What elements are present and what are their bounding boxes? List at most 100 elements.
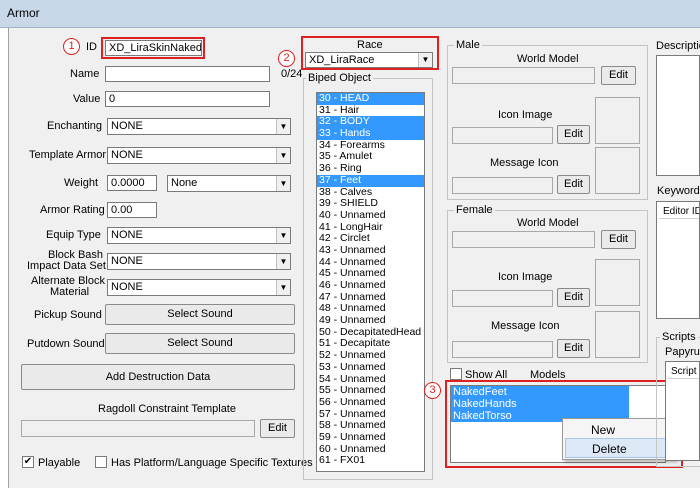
pickup-select-sound-button[interactable]: Select Sound	[105, 304, 295, 325]
keywords-label: Keywords	[657, 185, 700, 197]
equip-type-value: NONE	[111, 229, 143, 241]
male-icon-image-edit-button[interactable]: Edit	[557, 125, 590, 144]
enchanting-value: NONE	[111, 120, 143, 132]
ragdoll-label: Ragdoll Constraint Template	[98, 403, 236, 415]
id-input[interactable]: XD_LiraSkinNaked	[105, 40, 202, 56]
alt-block-label-2: Material	[50, 286, 90, 298]
race-dropdown[interactable]: XD_LiraRace ▼	[305, 52, 433, 68]
playable-checkbox[interactable]: ✔	[22, 456, 34, 468]
weight-type-value: None	[171, 177, 198, 189]
window-title: Armor	[7, 6, 40, 20]
alt-block-dropdown[interactable]: NONE ▼	[107, 279, 291, 296]
chevron-down-icon[interactable]: ▼	[418, 53, 432, 67]
biped-object-item[interactable]: 33 - Hands	[317, 127, 424, 140]
editor-id-column-header[interactable]: Editor ID	[659, 204, 699, 219]
annotation-badge-3: 3	[424, 382, 441, 399]
block-bash-label-2: Impact Data Set	[27, 260, 106, 272]
armor-rating-label: Armor Rating	[40, 204, 105, 216]
equip-type-label: Equip Type	[46, 229, 101, 241]
biped-object-item[interactable]: 53 - Unnamed	[317, 361, 424, 374]
pickup-sound-label: Pickup Sound	[34, 309, 102, 321]
scripts-label: Scripts	[660, 331, 698, 343]
male-message-icon-label: Message Icon	[490, 157, 559, 169]
female-icon-image-preview	[595, 259, 640, 306]
female-icon-image-label: Icon Image	[498, 271, 553, 283]
male-icon-image-label: Icon Image	[498, 109, 553, 121]
biped-object-item[interactable]: 61 - FX01	[317, 455, 424, 467]
putdown-select-sound-button[interactable]: Select Sound	[105, 333, 295, 354]
description-label: Description	[656, 40, 700, 52]
ragdoll-input	[21, 420, 255, 437]
platform-textures-label: Has Platform/Language Specific Textures	[111, 457, 313, 469]
equip-type-dropdown[interactable]: NONE ▼	[107, 227, 291, 244]
chevron-down-icon[interactable]: ▼	[276, 176, 290, 191]
female-icon-image-edit-button[interactable]: Edit	[557, 288, 590, 307]
biped-object-list[interactable]: 30 - HEAD 31 - Hair 32 - BODY 33 - Hands 34 …	[316, 92, 425, 472]
template-armor-label: Template Armor	[29, 149, 107, 161]
male-message-icon-input	[452, 177, 553, 194]
block-bash-value: NONE	[111, 255, 143, 267]
annotation-badge-2: 2	[278, 50, 295, 67]
chevron-down-icon[interactable]: ▼	[276, 228, 290, 243]
chevron-down-icon[interactable]: ▼	[276, 119, 290, 134]
name-label: Name	[70, 68, 100, 80]
male-world-model-edit-button[interactable]: Edit	[601, 66, 636, 85]
chevron-down-icon[interactable]: ▼	[276, 254, 290, 269]
template-armor-dropdown[interactable]: NONE ▼	[107, 147, 291, 164]
model-item[interactable]: NakedFeet	[451, 386, 629, 398]
female-world-model-edit-button[interactable]: Edit	[601, 230, 636, 249]
female-world-model-input	[452, 231, 595, 248]
female-icon-image-input	[452, 290, 553, 307]
script-name-column-header[interactable]: Script N	[668, 364, 699, 379]
biped-object-item[interactable]: 46 - Unnamed	[317, 279, 424, 292]
female-world-model-label: World Model	[517, 217, 579, 229]
ragdoll-edit-button[interactable]: Edit	[260, 419, 295, 438]
enchanting-dropdown[interactable]: NONE ▼	[107, 118, 291, 135]
biped-object-item[interactable]: 59 - Unnamed	[317, 431, 424, 444]
male-icon-image-input	[452, 127, 553, 144]
biped-object-item[interactable]: 56 - Unnamed	[317, 396, 424, 409]
male-world-model-label: World Model	[517, 53, 579, 65]
race-label: Race	[357, 39, 383, 51]
keywords-list[interactable]: Editor ID	[656, 201, 700, 319]
male-message-icon-preview	[595, 147, 640, 194]
biped-object-item[interactable]: 37 - Feet	[317, 174, 424, 187]
female-message-icon-preview	[595, 311, 640, 358]
add-destruction-data-button[interactable]: Add Destruction Data	[21, 364, 295, 390]
biped-object-item[interactable]: 30 - HEAD	[317, 93, 424, 105]
model-item[interactable]: NakedHands	[451, 398, 629, 410]
name-char-count: 0/24	[281, 68, 303, 80]
block-bash-dropdown[interactable]: NONE ▼	[107, 253, 291, 270]
papyrus-label: Papyrus	[665, 346, 700, 358]
biped-object-item[interactable]: 43 - Unnamed	[317, 244, 424, 257]
name-input[interactable]	[105, 66, 270, 82]
description-textbox[interactable]	[656, 55, 700, 176]
enchanting-label: Enchanting	[47, 120, 103, 132]
biped-object-label: Biped Object	[306, 72, 373, 84]
annotation-badge-1: 1	[63, 38, 80, 55]
biped-object-item[interactable]: 40 - Unnamed	[317, 209, 424, 222]
female-message-icon-label: Message Icon	[491, 320, 560, 332]
alt-block-value: NONE	[111, 281, 143, 293]
weight-type-dropdown[interactable]: None ▼	[167, 175, 291, 192]
value-label: Value	[73, 93, 101, 105]
race-value: XD_LiraRace	[309, 54, 375, 66]
show-all-checkbox[interactable]	[450, 368, 462, 380]
chevron-down-icon[interactable]: ▼	[276, 280, 290, 295]
scripts-list[interactable]: Script N	[665, 361, 700, 461]
title-bar: Armor	[0, 0, 700, 28]
playable-label: Playable	[38, 457, 81, 469]
id-label: ID	[86, 41, 97, 53]
weight-input[interactable]: 0.0000	[107, 175, 157, 191]
male-message-icon-edit-button[interactable]: Edit	[557, 175, 590, 194]
male-world-model-input	[452, 67, 595, 84]
putdown-sound-label: Putdown Sound	[27, 338, 105, 350]
platform-textures-checkbox[interactable]	[95, 456, 107, 468]
female-message-icon-edit-button[interactable]: Edit	[557, 339, 590, 358]
biped-object-item[interactable]: 49 - Unnamed	[317, 314, 424, 327]
value-input[interactable]: 0	[105, 91, 270, 107]
weight-label: Weight	[64, 177, 99, 189]
male-icon-image-preview	[595, 97, 640, 144]
chevron-down-icon[interactable]: ▼	[276, 148, 290, 163]
armor-rating-input[interactable]: 0.00	[107, 202, 157, 218]
